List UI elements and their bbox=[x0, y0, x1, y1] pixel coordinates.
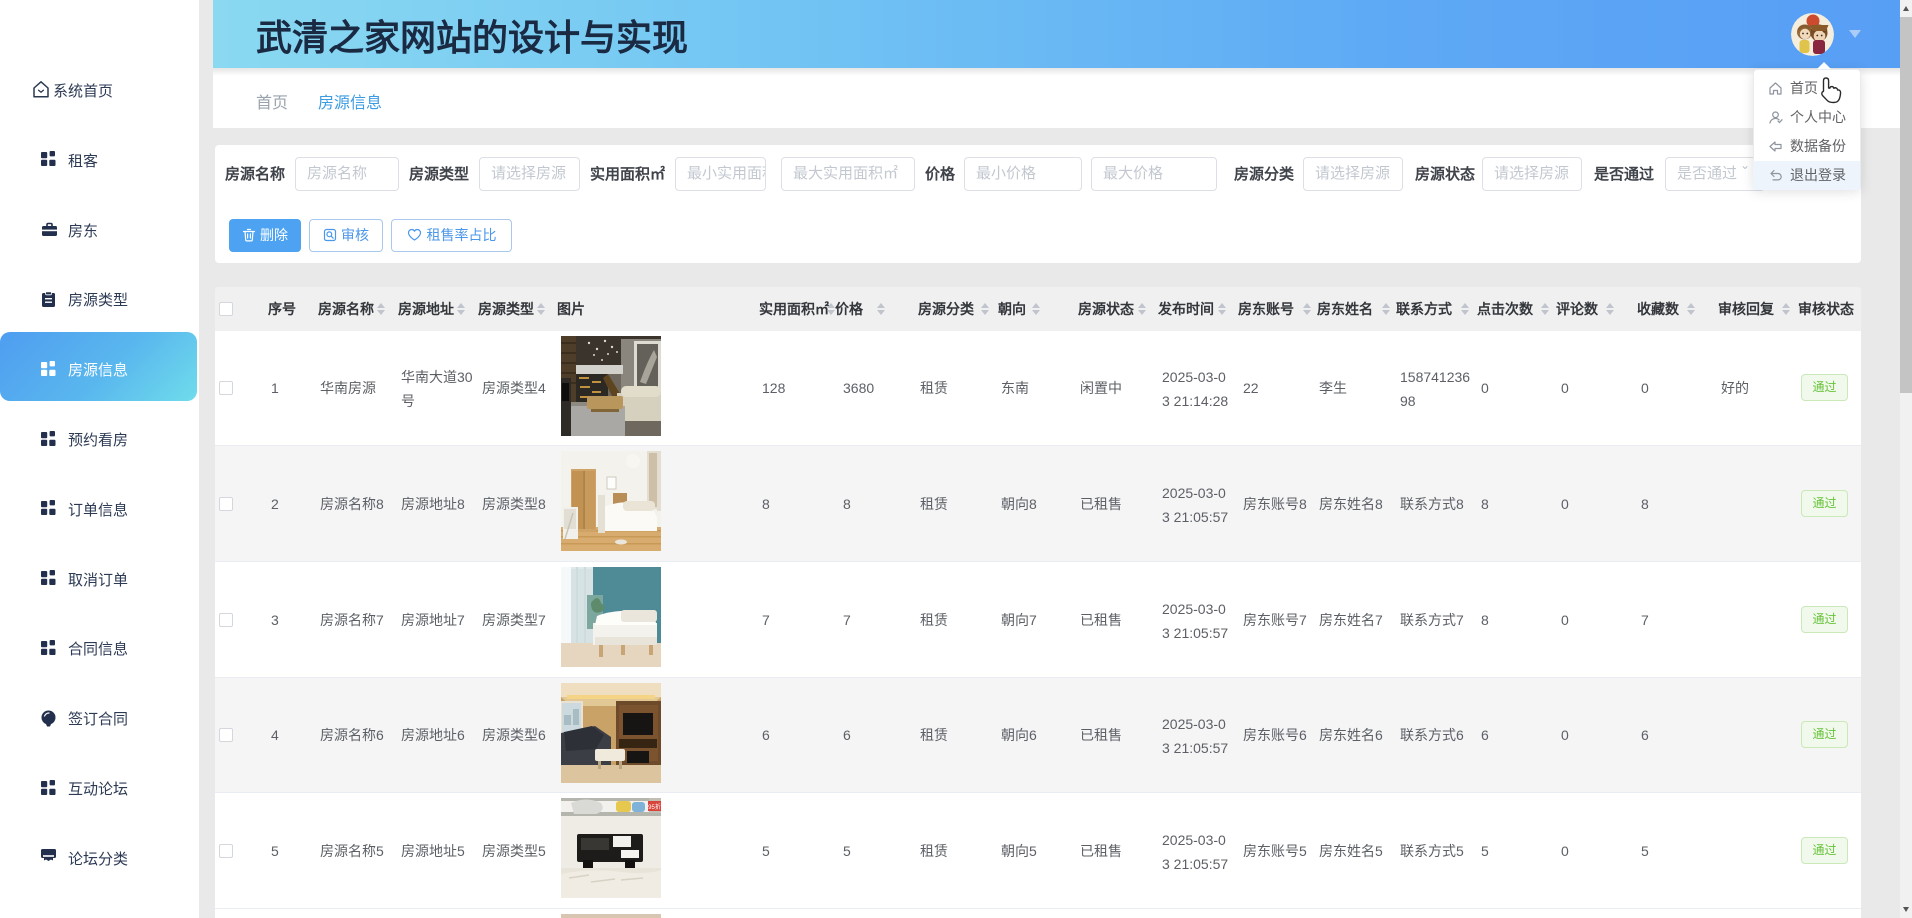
svg-text:95折: 95折 bbox=[648, 803, 661, 811]
